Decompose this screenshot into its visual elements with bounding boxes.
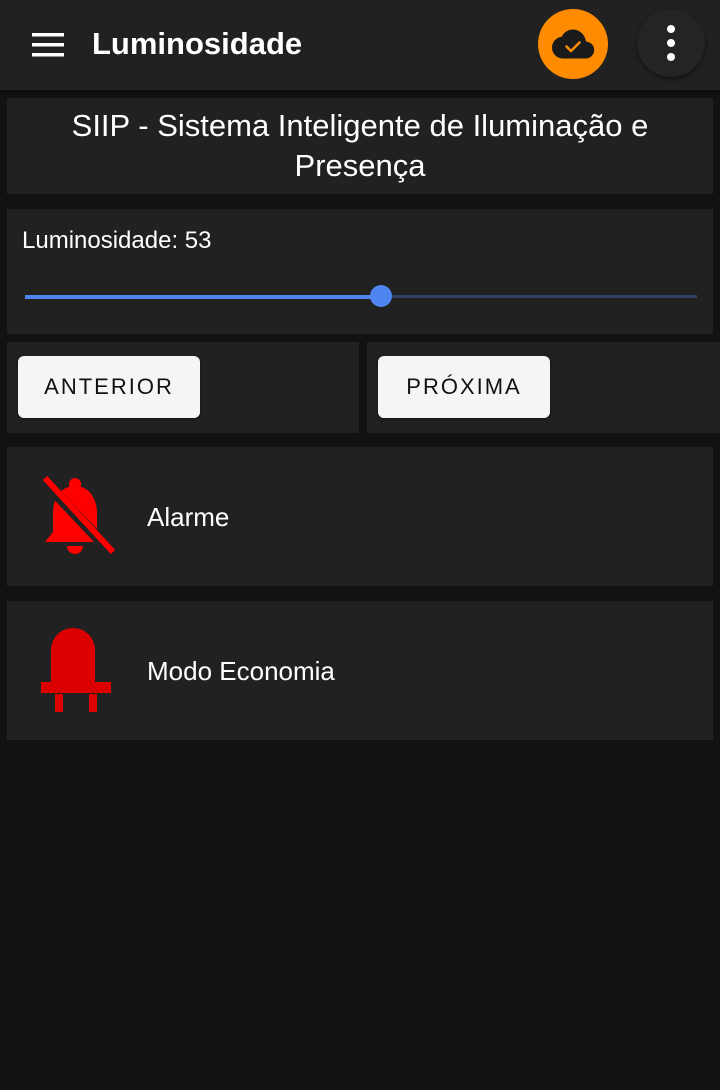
system-title: SIIP - Sistema Inteligente de Iluminação… [71,108,649,183]
economy-mode-label: Modo Economia [147,656,335,686]
previous-button[interactable]: ANTERIOR [18,356,200,418]
slider-fill [25,294,382,299]
brightness-slider-card: Luminosidade: 53 [7,209,713,334]
menu-icon [32,33,64,57]
more-options-button[interactable] [637,9,705,77]
next-button[interactable]: PRÓXIMA [378,356,550,418]
menu-button[interactable] [24,20,74,70]
page-title: Luminosidade [92,26,303,61]
system-title-card: SIIP - Sistema Inteligente de Iluminação… [7,98,713,194]
app-bar: Luminosidade [0,0,720,90]
alarm-label: Alarme [147,502,230,532]
cloud-sync-button[interactable] [538,9,608,79]
led-icon [41,628,111,712]
alarm-off-icon [39,475,117,558]
list-item-economy-mode[interactable]: Modo Economia [7,601,713,740]
previous-button-card: ANTERIOR [7,342,359,433]
more-vert-icon [667,25,675,61]
brightness-label: Luminosidade: 53 [22,227,212,254]
cloud-check-icon [552,29,595,59]
list-item-alarm[interactable]: Alarme [7,447,713,586]
next-button-card: PRÓXIMA [367,342,720,433]
slider-thumb[interactable] [370,285,393,307]
brightness-slider[interactable] [25,285,697,307]
